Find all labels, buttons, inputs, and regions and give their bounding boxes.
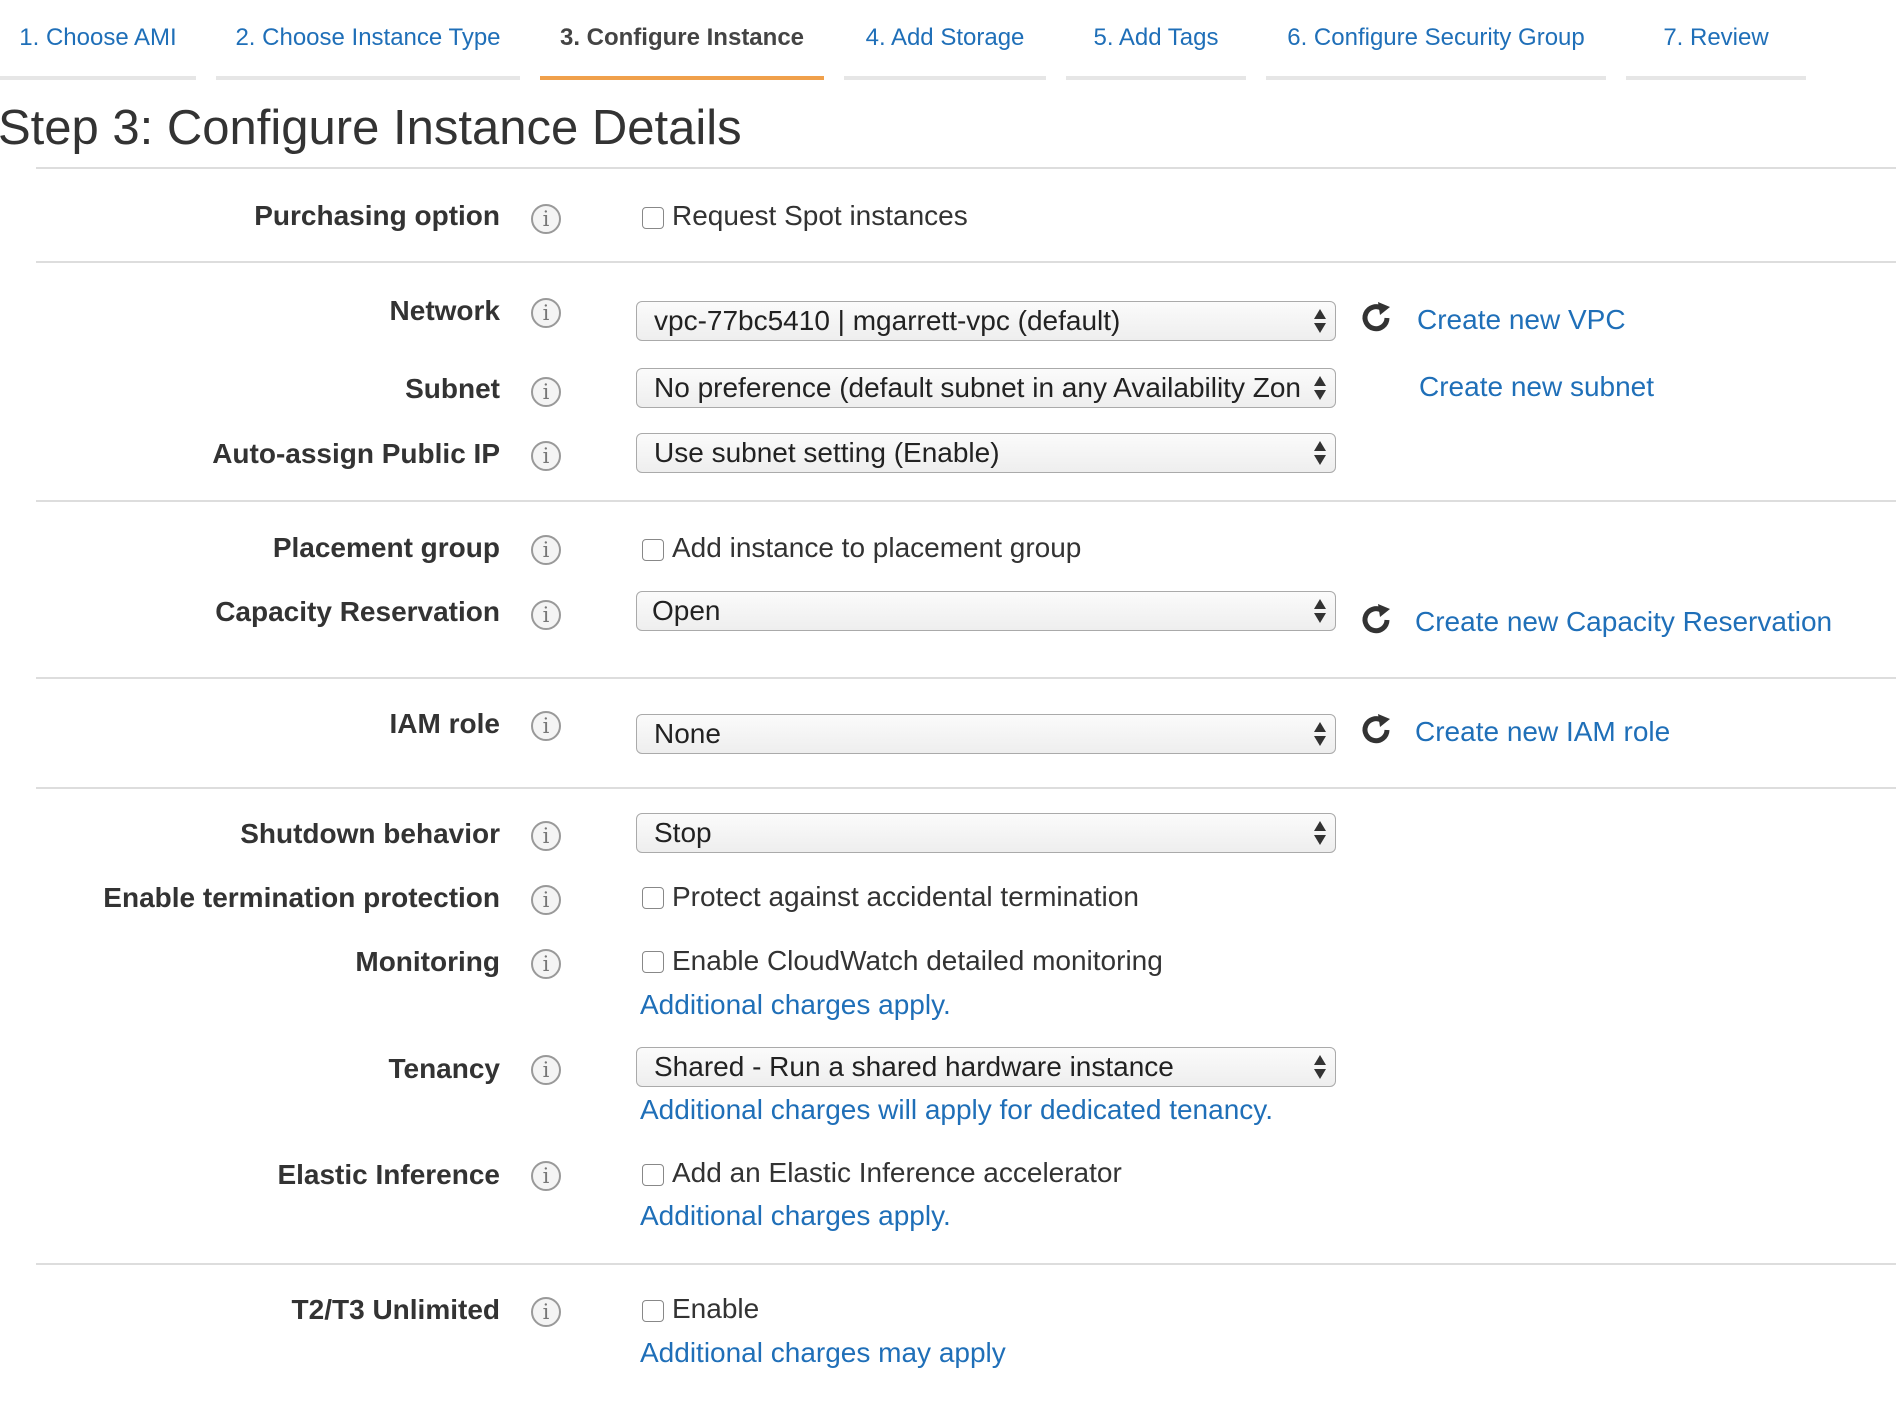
termination-protection-label: Enable termination protection (103, 882, 500, 913)
monitoring-label: Monitoring (355, 946, 500, 977)
info-icon[interactable]: i (531, 949, 561, 979)
select-arrows-icon (1314, 821, 1326, 845)
divider (36, 677, 1896, 679)
placement-group-checkbox-label: Add instance to placement group (672, 532, 1082, 563)
select-arrows-icon (1314, 1055, 1326, 1079)
info-icon[interactable]: i (531, 1297, 561, 1327)
select-arrows-icon (1314, 599, 1326, 623)
tenancy-charges-link[interactable]: Additional charges will apply for dedica… (640, 1094, 1273, 1126)
tab-review[interactable]: 7. Review (1626, 0, 1806, 80)
tenancy-select-value: Shared - Run a shared hardware instance (654, 1051, 1174, 1082)
divider (36, 787, 1896, 789)
shutdown-behavior-select[interactable]: Stop (636, 813, 1336, 853)
create-new-iam-role-link[interactable]: Create new IAM role (1415, 716, 1670, 748)
info-icon[interactable]: i (531, 711, 561, 741)
info-icon[interactable]: i (531, 377, 561, 407)
shutdown-behavior-select-value: Stop (654, 817, 712, 848)
info-icon[interactable]: i (531, 535, 561, 565)
info-icon[interactable]: i (531, 885, 561, 915)
termination-protection-checkbox[interactable] (642, 887, 664, 909)
network-label: Network (389, 295, 500, 326)
tenancy-select[interactable]: Shared - Run a shared hardware instance (636, 1047, 1336, 1087)
refresh-icon[interactable] (1357, 601, 1395, 639)
page-title: Step 3: Configure Instance Details (0, 101, 742, 155)
divider (36, 500, 1896, 502)
info-icon[interactable]: i (531, 298, 561, 328)
elastic-inference-label: Elastic Inference (277, 1159, 500, 1190)
auto-assign-ip-label: Auto-assign Public IP (212, 438, 500, 469)
divider (36, 261, 1896, 263)
tenancy-label: Tenancy (388, 1053, 500, 1084)
tab-add-tags[interactable]: 5. Add Tags (1066, 0, 1246, 80)
configure-instance-page: 1. Choose AMI 2. Choose Instance Type 3.… (0, 0, 1896, 1406)
t2t3-charges-link[interactable]: Additional charges may apply (640, 1337, 1006, 1369)
subnet-select[interactable]: No preference (default subnet in any Ava… (636, 368, 1336, 408)
termination-protection-checkbox-label: Protect against accidental termination (672, 881, 1139, 912)
elastic-inference-checkbox-label: Add an Elastic Inference accelerator (672, 1157, 1122, 1188)
subnet-select-value: No preference (default subnet in any Ava… (654, 372, 1301, 403)
iam-role-label: IAM role (389, 708, 500, 739)
info-icon[interactable]: i (531, 441, 561, 471)
shutdown-behavior-label: Shutdown behavior (240, 818, 500, 849)
capacity-reservation-select[interactable]: Open (636, 591, 1336, 631)
capacity-reservation-select-value: Open (652, 595, 721, 626)
info-icon[interactable]: i (531, 600, 561, 630)
tab-add-storage[interactable]: 4. Add Storage (844, 0, 1046, 80)
auto-assign-ip-select-value: Use subnet setting (Enable) (654, 437, 1000, 468)
t2t3-unlimited-label: T2/T3 Unlimited (291, 1294, 500, 1325)
select-arrows-icon (1314, 309, 1326, 333)
request-spot-label: Request Spot instances (672, 200, 968, 231)
purchasing-option-label: Purchasing option (254, 200, 500, 231)
create-new-subnet-link[interactable]: Create new subnet (1419, 371, 1654, 403)
select-arrows-icon (1314, 722, 1326, 746)
capacity-reservation-label: Capacity Reservation (215, 596, 500, 627)
monitoring-checkbox-label: Enable CloudWatch detailed monitoring (672, 945, 1163, 976)
info-icon[interactable]: i (531, 1161, 561, 1191)
monitoring-charges-link[interactable]: Additional charges apply. (640, 989, 951, 1021)
select-arrows-icon (1314, 376, 1326, 400)
refresh-icon[interactable] (1357, 299, 1395, 337)
placement-group-checkbox[interactable] (642, 539, 664, 561)
elastic-inference-charges-link[interactable]: Additional charges apply. (640, 1200, 951, 1232)
placement-group-label: Placement group (272, 532, 500, 563)
t2t3-unlimited-checkbox-label: Enable (672, 1293, 760, 1324)
elastic-inference-checkbox[interactable] (642, 1164, 664, 1186)
refresh-icon[interactable] (1357, 711, 1395, 749)
iam-role-select-value: None (654, 718, 721, 749)
info-icon[interactable]: i (531, 821, 561, 851)
divider (36, 167, 1896, 169)
divider (36, 1263, 1896, 1265)
create-new-capacity-reservation-link[interactable]: Create new Capacity Reservation (1415, 606, 1832, 638)
info-icon[interactable]: i (531, 204, 561, 234)
network-select[interactable]: vpc-77bc5410 | mgarrett-vpc (default) (636, 301, 1336, 341)
auto-assign-ip-select[interactable]: Use subnet setting (Enable) (636, 433, 1336, 473)
wizard-tabs: 1. Choose AMI 2. Choose Instance Type 3.… (0, 0, 1896, 80)
info-icon[interactable]: i (531, 1055, 561, 1085)
create-new-vpc-link[interactable]: Create new VPC (1417, 304, 1626, 336)
tab-choose-instance-type[interactable]: 2. Choose Instance Type (216, 0, 520, 80)
subnet-label: Subnet (405, 373, 500, 404)
t2t3-unlimited-checkbox[interactable] (642, 1300, 664, 1322)
iam-role-select[interactable]: None (636, 714, 1336, 754)
network-select-value: vpc-77bc5410 | mgarrett-vpc (default) (654, 305, 1121, 336)
tab-configure-security-group[interactable]: 6. Configure Security Group (1266, 0, 1606, 80)
select-arrows-icon (1314, 441, 1326, 465)
request-spot-checkbox[interactable] (642, 207, 664, 229)
tab-choose-ami[interactable]: 1. Choose AMI (0, 0, 196, 80)
tab-configure-instance[interactable]: 3. Configure Instance (540, 0, 824, 80)
monitoring-checkbox[interactable] (642, 951, 664, 973)
